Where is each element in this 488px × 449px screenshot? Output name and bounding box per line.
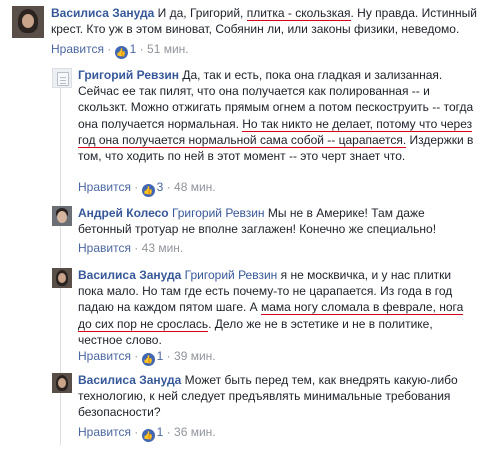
like-button[interactable]: Нравится — [78, 425, 131, 439]
separator: · — [139, 42, 148, 56]
separator: · — [134, 349, 142, 363]
timestamp[interactable]: 48 мин. — [174, 180, 216, 194]
like-button[interactable]: Нравится — [78, 241, 131, 255]
comment-text: И да, Григорий, — [154, 6, 247, 20]
avatar[interactable] — [12, 6, 44, 38]
avatar[interactable] — [52, 373, 72, 393]
comment-author[interactable]: Василиса Зануда — [78, 268, 181, 282]
thumbs-up-icon: 👍 — [141, 353, 155, 366]
separator: · — [134, 241, 142, 255]
comment-body: Григорий Ревзин Да, так и есть, пока она… — [78, 67, 478, 164]
like-button[interactable]: Нравится — [51, 42, 104, 56]
separator: · — [166, 180, 175, 194]
comment-actions: Нравится · 👍 1 · 51 мин. — [51, 42, 189, 59]
mention-link[interactable]: Григорий Ревзин — [185, 268, 278, 282]
like-button[interactable]: Нравится — [78, 349, 131, 363]
reply: Василиса Зануда Григорий Ревзин я не мос… — [0, 262, 488, 366]
underlined-text: плитка - скользкая — [246, 6, 351, 21]
like-count[interactable]: 👍 1 — [141, 349, 164, 366]
separator: · — [134, 425, 142, 439]
separator: · — [166, 425, 175, 439]
document-icon — [57, 72, 69, 86]
avatar[interactable] — [52, 206, 72, 226]
like-count-value: 1 — [129, 42, 137, 56]
like-button[interactable]: Нравится — [78, 180, 131, 194]
comment-body: Василиса Зануда Может быть перед тем, ка… — [78, 372, 478, 421]
reply: Григорий Ревзин Да, так и есть, пока она… — [0, 62, 488, 200]
avatar[interactable] — [52, 68, 72, 88]
separator: · — [134, 180, 142, 194]
timestamp[interactable]: 51 мин. — [147, 42, 189, 56]
comment-author[interactable]: Андрей Колесо — [78, 206, 169, 220]
like-count[interactable]: 👍 1 — [114, 42, 137, 59]
comment-actions: Нравится · 43 мин. — [78, 241, 183, 255]
like-count-value: 1 — [156, 425, 164, 439]
comment-body: Андрей Колесо Григорий Ревзин Мы не в Ам… — [78, 205, 478, 237]
reply: Василиса Зануда Может быть перед тем, ка… — [0, 367, 488, 449]
timestamp[interactable]: 39 мин. — [174, 349, 216, 363]
thumbs-up-icon: 👍 — [114, 46, 128, 59]
like-count-value: 3 — [156, 180, 164, 194]
like-count-value: 1 — [156, 349, 164, 363]
comment-actions: Нравится · 👍 1 · 36 мин. — [78, 425, 216, 442]
comment: Василиса Зануда И да, Григорий, плитка -… — [0, 0, 488, 60]
avatar[interactable] — [52, 268, 72, 288]
separator: · — [166, 349, 175, 363]
comment-actions: Нравится · 👍 3 · 48 мин. — [78, 180, 216, 197]
timestamp[interactable]: 36 мин. — [174, 425, 216, 439]
timestamp[interactable]: 43 мин. — [142, 241, 184, 255]
reply: Андрей Колесо Григорий Ревзин Мы не в Ам… — [0, 200, 488, 260]
comment-body: Василиса Зануда И да, Григорий, плитка -… — [51, 5, 481, 37]
thumbs-up-icon: 👍 — [141, 429, 155, 442]
comment-author[interactable]: Григорий Ревзин — [78, 68, 179, 82]
comment-author[interactable]: Василиса Зануда — [51, 6, 154, 20]
mention-link[interactable]: Григорий Ревзин — [172, 206, 265, 220]
like-count[interactable]: 👍 3 — [141, 180, 164, 197]
separator: · — [107, 42, 115, 56]
thumbs-up-icon: 👍 — [141, 184, 155, 197]
comment-body: Василиса Зануда Григорий Ревзин я не мос… — [78, 267, 478, 348]
like-count[interactable]: 👍 1 — [141, 425, 164, 442]
comment-actions: Нравится · 👍 1 · 39 мин. — [78, 349, 216, 366]
comment-author[interactable]: Василиса Зануда — [78, 373, 181, 387]
